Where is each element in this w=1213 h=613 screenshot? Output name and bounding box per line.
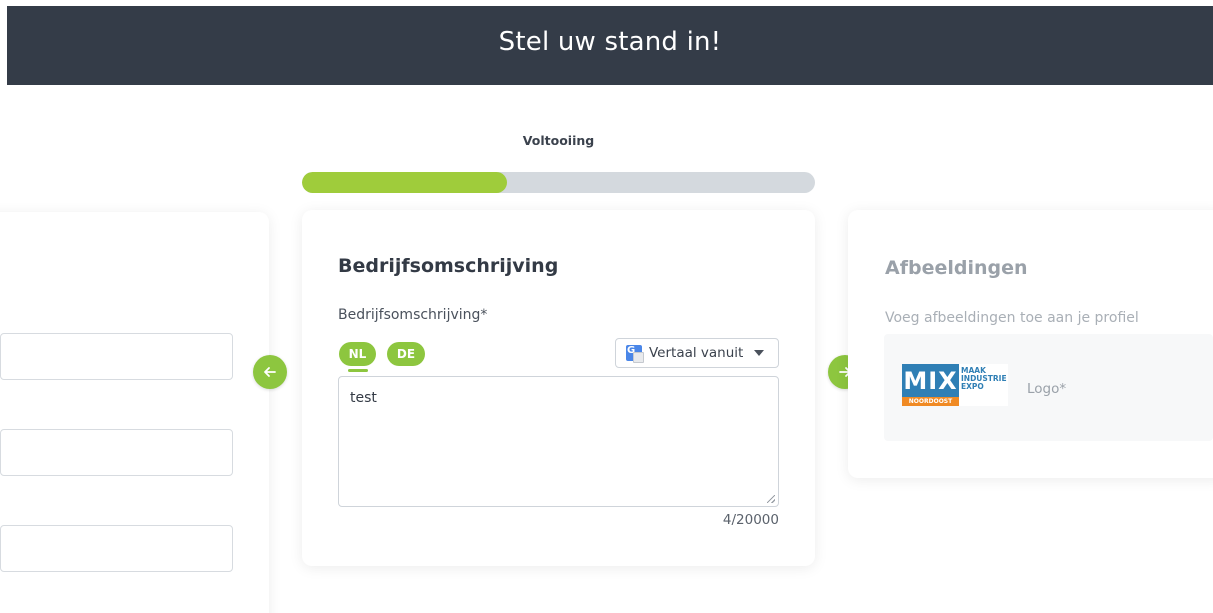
logo-line-3: EXPO: [961, 382, 984, 391]
header-bar: Stel uw stand in!: [7, 6, 1213, 85]
previous-card-input-2[interactable]: [0, 429, 233, 476]
logo-field-label: Logo*: [1027, 381, 1067, 397]
images-card-subtitle: Voeg afbeeldingen toe aan je profiel: [885, 310, 1139, 326]
logo-mark: MIX: [902, 364, 959, 397]
progress-bar: [302, 172, 815, 193]
description-card-title: Bedrijfsomschrijving: [338, 255, 559, 277]
description-textarea[interactable]: test: [338, 376, 779, 507]
description-field-label: Bedrijfsomschrijving*: [338, 307, 488, 323]
page-title: Stel uw stand in!: [498, 26, 722, 57]
language-tab-nl[interactable]: NL: [339, 342, 376, 366]
description-text-value: test: [350, 390, 377, 406]
progress-label: Voltooiing: [522, 133, 595, 148]
images-card-title: Afbeeldingen: [885, 257, 1028, 279]
resize-handle-icon[interactable]: [767, 495, 775, 503]
previous-card-input-3[interactable]: [0, 525, 233, 572]
logo-region: NOORDOOST: [902, 397, 959, 406]
company-logo: MIX NOORDOOST MAAK INDUSTRIE EXPO: [902, 364, 1008, 406]
previous-card-input-1[interactable]: [0, 333, 233, 380]
translate-from-dropdown[interactable]: Vertaal vanuit: [615, 338, 779, 368]
google-translate-icon: [626, 345, 644, 363]
previous-step-button[interactable]: [253, 355, 287, 389]
language-tab-de[interactable]: DE: [387, 342, 425, 366]
translate-dropdown-label: Vertaal vanuit: [649, 345, 744, 361]
caret-down-icon: [754, 350, 765, 356]
arrow-left-icon: [264, 367, 276, 377]
active-language-indicator: [348, 369, 368, 372]
logo-wordmark: MAAK INDUSTRIE EXPO: [961, 367, 1007, 391]
character-counter: 4/20000: [722, 512, 779, 528]
progress-fill: [302, 172, 508, 193]
